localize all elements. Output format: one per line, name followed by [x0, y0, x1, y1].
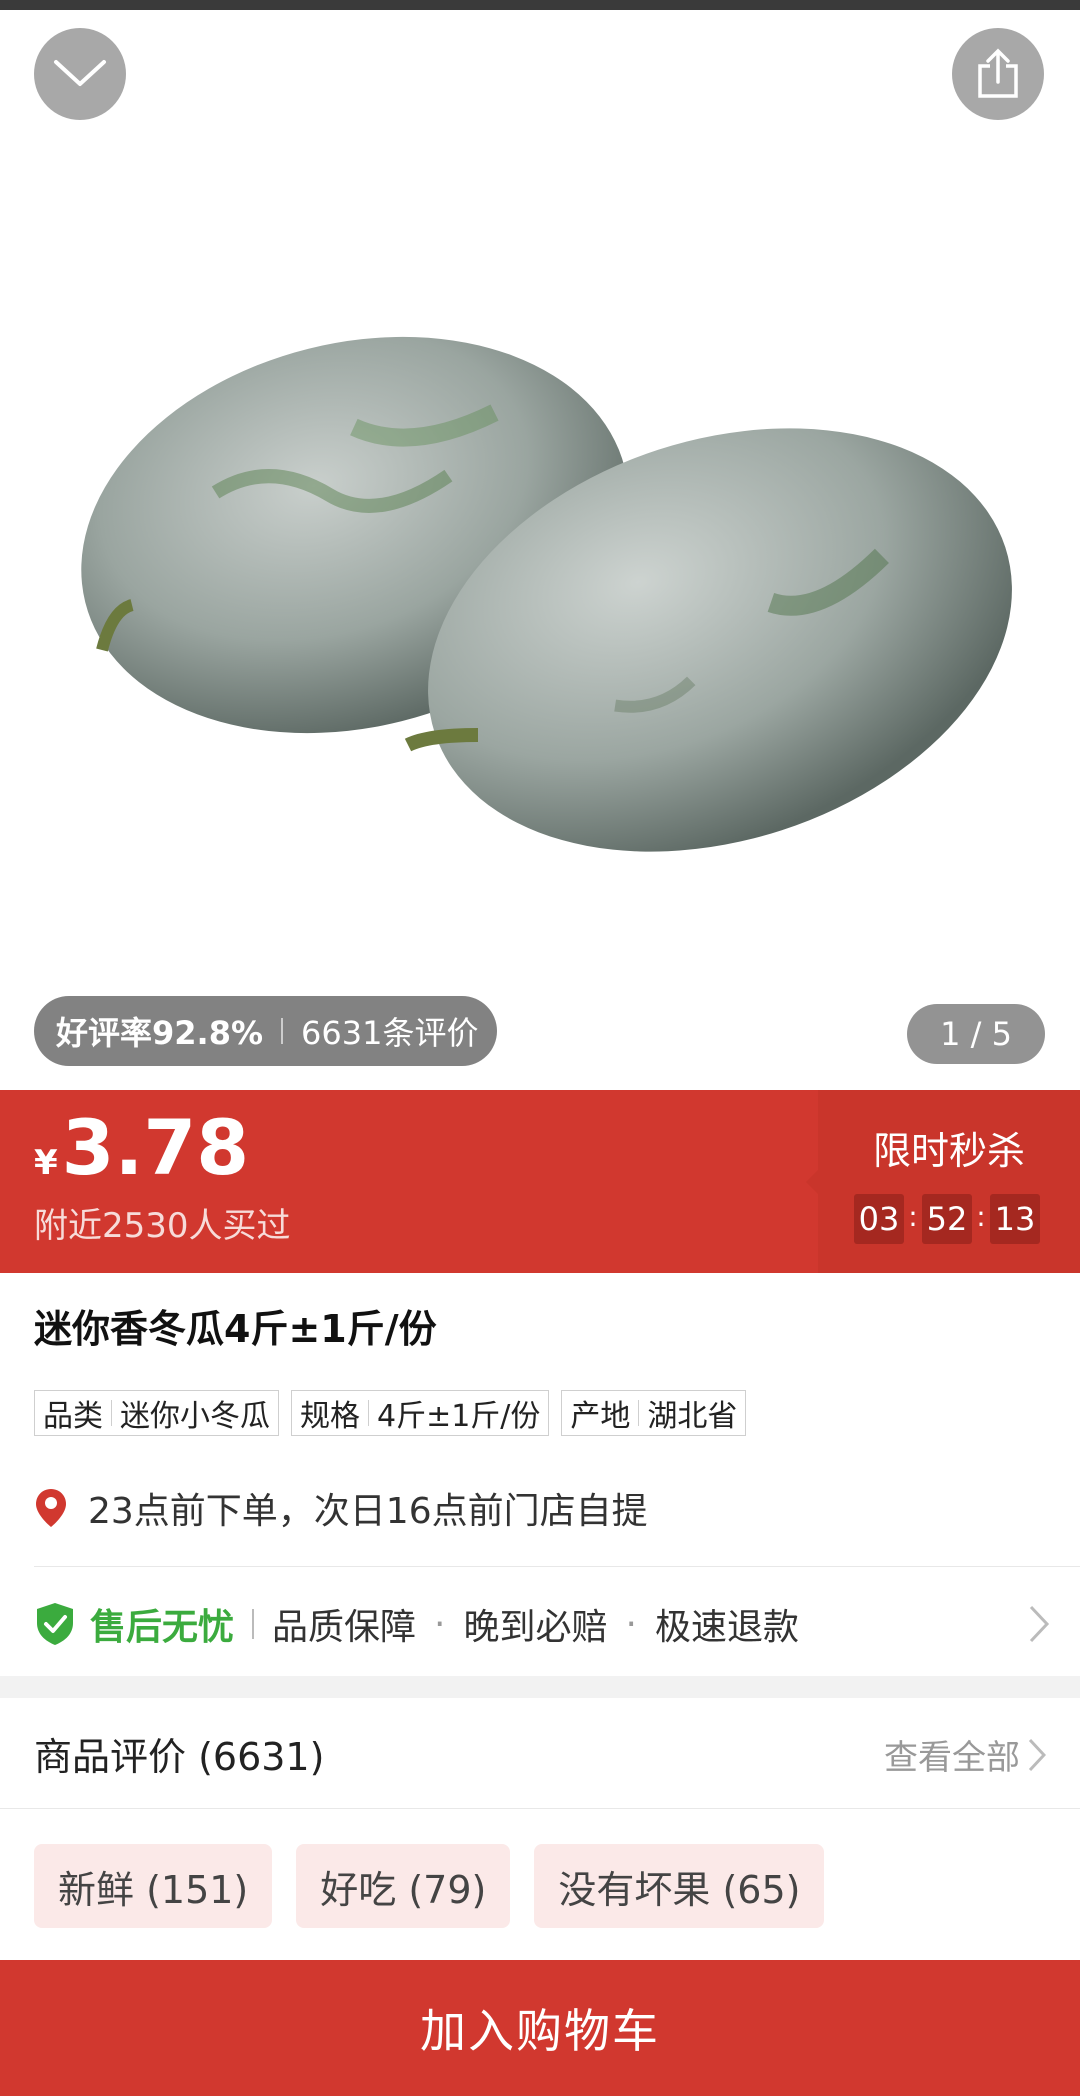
positive-rate: 好评率92.8%	[56, 1014, 264, 1052]
view-all-label: 查看全部	[884, 1738, 1020, 1778]
share-icon	[978, 48, 1018, 98]
divider	[281, 1018, 284, 1044]
countdown-colon: :	[908, 1199, 918, 1233]
price-value: 3.78	[61, 1103, 250, 1192]
currency-symbol: ¥	[34, 1143, 58, 1183]
product-title: 迷你香冬瓜4斤±1斤/份	[34, 1307, 437, 1351]
dot-separator: ·	[434, 1603, 446, 1645]
review-chip[interactable]: 新鲜 (151)	[34, 1844, 273, 1928]
pickup-note: 23点前下单，次日16点前门店自提	[88, 1491, 648, 1532]
section-gap	[0, 1676, 1080, 1698]
product-image	[81, 336, 1012, 852]
service-badge: 售后无忧	[90, 1607, 235, 1648]
collapse-button[interactable]	[34, 28, 126, 120]
status-strip	[0, 0, 1080, 10]
review-keyword-chips: 新鲜 (151) 好吃 (79) 没有坏果 (65)	[34, 1844, 848, 1928]
share-button[interactable]	[952, 28, 1044, 120]
review-count: 6631条评价	[301, 1014, 479, 1052]
review-chip[interactable]: 没有坏果 (65)	[534, 1844, 825, 1928]
price-banner: ¥ 3.78 附近2530人买过 限时秒杀 03 : 52 : 13	[0, 1090, 1080, 1273]
countdown-timer: 03 : 52 : 13	[854, 1194, 1040, 1244]
reviews-header: 商品评价 (6631)	[34, 1735, 325, 1779]
flash-sale-panel: 限时秒杀 03 : 52 : 13	[806, 1090, 1080, 1273]
attribute-key: 品类	[43, 1399, 103, 1434]
attribute-tag: 品类 迷你小冬瓜	[34, 1390, 279, 1436]
view-all-reviews-link[interactable]: 查看全部	[884, 1730, 1046, 1779]
divider	[34, 1566, 1080, 1567]
add-to-cart-button[interactable]: 加入购物车	[0, 1960, 1080, 2096]
divider	[0, 1808, 1080, 1809]
shield-check-icon	[37, 1603, 73, 1645]
attribute-key: 产地	[570, 1399, 631, 1434]
location-pin-icon	[36, 1489, 66, 1527]
attribute-tag: 规格 4斤±1斤/份	[291, 1390, 550, 1436]
attribute-tag: 产地 湖北省	[561, 1390, 747, 1436]
attribute-value: 湖北省	[647, 1399, 738, 1434]
product-image-carousel[interactable]: 好评率92.8% 6631条评价 1 / 5	[0, 10, 1080, 1090]
price-block: ¥ 3.78 附近2530人买过	[34, 1100, 291, 1247]
attribute-value: 4斤±1斤/份	[377, 1399, 541, 1434]
service-item: 品质保障	[272, 1607, 417, 1648]
countdown-minutes: 52	[922, 1194, 972, 1244]
countdown-colon: :	[976, 1199, 986, 1233]
countdown-hours: 03	[854, 1194, 904, 1244]
service-item: 晚到必赔	[463, 1607, 608, 1648]
after-sales-service-row[interactable]: 售后无忧 品质保障 · 晚到必赔 · 极速退款	[34, 1592, 1050, 1656]
review-chip[interactable]: 好吃 (79)	[296, 1844, 511, 1928]
service-item: 极速退款	[654, 1607, 799, 1648]
dot-separator: ·	[625, 1603, 637, 1645]
buyers-count: 附近2530人买过	[34, 1206, 291, 1246]
page-indicator: 1 / 5	[907, 1004, 1045, 1064]
chevron-right-icon	[1028, 1738, 1046, 1771]
attribute-key: 规格	[300, 1399, 360, 1434]
attribute-value: 迷你小冬瓜	[120, 1399, 270, 1434]
flash-sale-title: 限时秒杀	[872, 1129, 1025, 1173]
divider	[252, 1609, 255, 1639]
product-attribute-tags: 品类 迷你小冬瓜 规格 4斤±1斤/份 产地 湖北省	[34, 1390, 758, 1436]
chevron-down-icon	[54, 60, 106, 86]
countdown-seconds: 13	[990, 1194, 1040, 1244]
pickup-info: 23点前下单，次日16点前门店自提	[34, 1482, 648, 1534]
chevron-right-icon	[1029, 1605, 1050, 1643]
rating-summary-pill[interactable]: 好评率92.8% 6631条评价	[34, 996, 497, 1066]
